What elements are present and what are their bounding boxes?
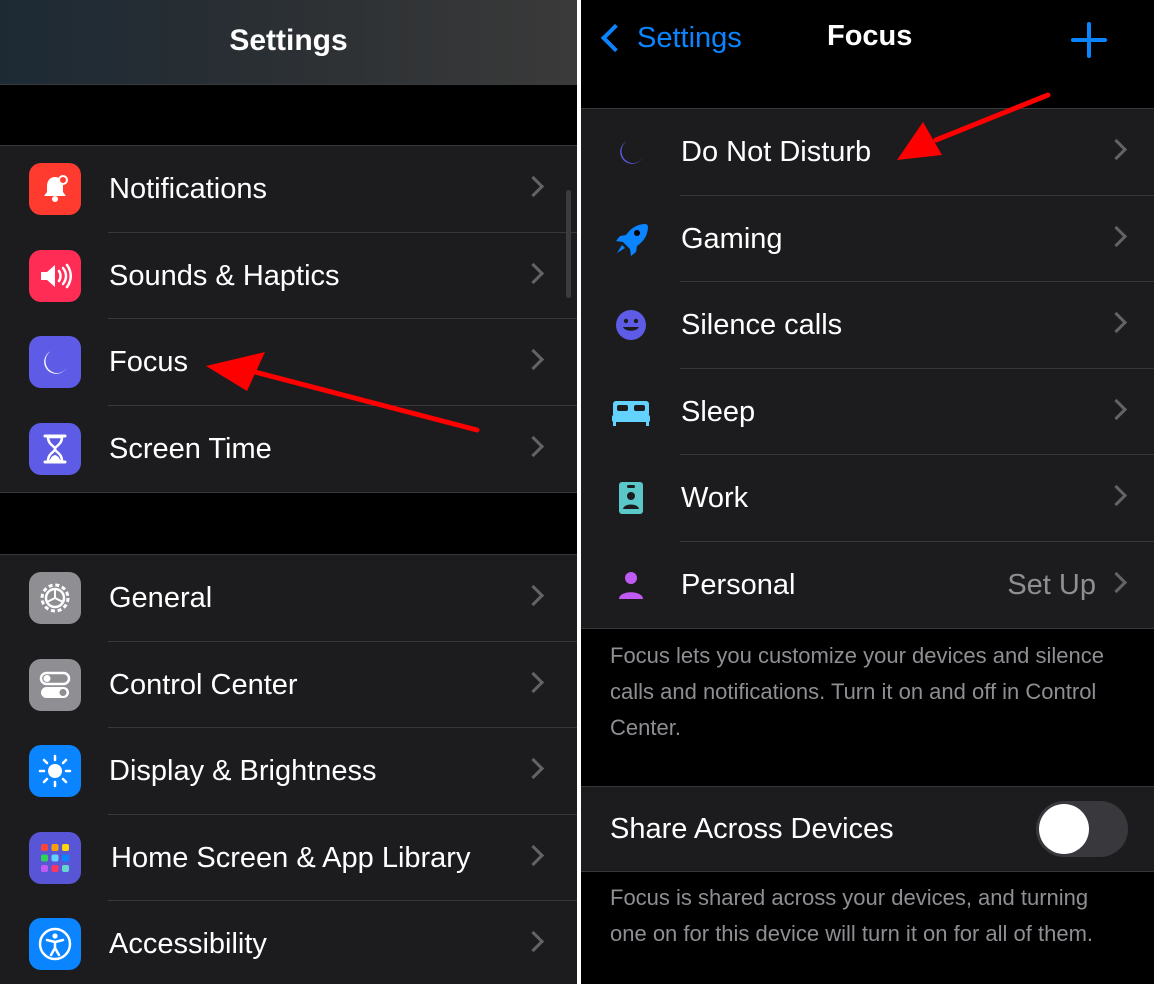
- chevron-right-icon: [1105, 225, 1128, 247]
- speaker-icon: [29, 249, 81, 302]
- setup-detail: Set Up: [1007, 568, 1096, 601]
- focus-item-sleep[interactable]: Sleep: [581, 369, 1154, 455]
- id-badge-icon: [611, 478, 651, 518]
- sidebar-item-label: Focus: [109, 346, 188, 378]
- settings-item-screen-time[interactable]: Screen Time: [0, 406, 577, 493]
- settings-item-display-brightness[interactable]: Display & Brightness: [0, 728, 577, 815]
- list-item-label: Gaming: [681, 222, 783, 255]
- page-title: Focus: [827, 20, 913, 52]
- moon-icon: [29, 336, 81, 388]
- sidebar-item-label: General: [109, 582, 213, 614]
- focus-pane: Settings Focus Do Not Disturb Gaming Sil…: [581, 0, 1154, 984]
- settings-group-2: General Control Center Display & Brightn…: [0, 554, 577, 984]
- share-label: Share Across Devices: [610, 813, 894, 845]
- share-across-devices-row: Share Across Devices: [581, 786, 1154, 872]
- chevron-right-icon: [522, 584, 545, 607]
- toggles-icon: [29, 658, 81, 711]
- gear-icon: [29, 572, 81, 624]
- focus-item-do-not-disturb[interactable]: Do Not Disturb: [581, 109, 1154, 196]
- page-title: Settings: [229, 24, 348, 57]
- sidebar-item-label: Accessibility: [109, 928, 267, 960]
- share-toggle[interactable]: [1036, 801, 1128, 857]
- settings-item-accessibility[interactable]: Accessibility: [0, 901, 577, 984]
- focus-item-work[interactable]: Work: [581, 455, 1154, 542]
- bed-icon: [611, 392, 651, 432]
- settings-item-sounds-haptics[interactable]: Sounds & Haptics: [0, 233, 577, 319]
- add-button[interactable]: [1071, 22, 1107, 58]
- chevron-right-icon: [522, 844, 545, 866]
- chevron-right-icon: [522, 262, 545, 284]
- chevron-right-icon: [522, 435, 545, 457]
- chevron-right-icon: [522, 671, 545, 693]
- person-icon: [611, 565, 651, 605]
- chevron-right-icon: [1105, 138, 1128, 161]
- settings-pane: Settings Notifications Sounds & Haptics …: [0, 0, 577, 984]
- chevron-right-icon: [522, 757, 545, 780]
- settings-item-notifications[interactable]: Notifications: [0, 146, 577, 233]
- chevron-right-icon: [522, 930, 545, 953]
- focus-item-personal[interactable]: Personal Set Up: [581, 542, 1154, 629]
- sidebar-item-label: Screen Time: [109, 432, 272, 465]
- sidebar-item-label: Notifications: [109, 173, 267, 205]
- list-item-label: Sleep: [681, 395, 756, 428]
- back-label: Settings: [637, 21, 742, 54]
- sidebar-item-label: Control Center: [109, 668, 298, 701]
- back-button[interactable]: Settings: [597, 18, 742, 58]
- chevron-right-icon: [1105, 484, 1128, 507]
- focus-description: Focus lets you customize your devices an…: [610, 643, 1105, 740]
- smiley-icon: [611, 305, 651, 345]
- toggle-knob: [1039, 804, 1089, 854]
- settings-item-focus[interactable]: Focus: [0, 319, 577, 406]
- sun-icon: [29, 745, 81, 797]
- chevron-right-icon: [522, 175, 545, 198]
- chevron-right-icon: [1105, 571, 1128, 593]
- list-item-label: Do Not Disturb: [681, 136, 872, 168]
- app-grid-icon: [29, 831, 81, 884]
- hourglass-icon: [29, 422, 81, 475]
- focus-list: Do Not Disturb Gaming Silence calls Slee…: [581, 108, 1154, 629]
- sidebar-item-label: Home Screen & App Library: [111, 841, 471, 874]
- focus-item-gaming[interactable]: Gaming: [581, 196, 1154, 282]
- settings-group-1: Notifications Sounds & Haptics Focus Scr…: [0, 145, 577, 493]
- settings-item-home-screen[interactable]: Home Screen & App Library: [0, 815, 577, 901]
- bell-icon: [29, 163, 81, 215]
- sidebar-item-label: Sounds & Haptics: [109, 259, 340, 292]
- scrollbar[interactable]: [566, 190, 571, 298]
- nav-bar: Settings Focus: [581, 0, 1154, 109]
- list-item-label: Personal: [681, 568, 796, 601]
- chevron-right-icon: [1105, 398, 1128, 420]
- rocket-icon: [611, 219, 651, 259]
- chevron-left-icon: [600, 23, 630, 53]
- moon-icon: [611, 132, 651, 172]
- chevron-right-icon: [522, 348, 545, 371]
- accessibility-icon: [29, 918, 81, 970]
- share-description: Focus is shared across your devices, and…: [610, 885, 1094, 946]
- chevron-right-icon: [1105, 311, 1128, 334]
- list-item-label: Silence calls: [681, 309, 843, 341]
- settings-item-general[interactable]: General: [0, 555, 577, 642]
- settings-header: Settings: [0, 0, 577, 85]
- settings-item-control-center[interactable]: Control Center: [0, 642, 577, 728]
- sidebar-item-label: Display & Brightness: [109, 755, 377, 787]
- focus-item-silence-calls[interactable]: Silence calls: [581, 282, 1154, 369]
- list-item-label: Work: [681, 482, 749, 514]
